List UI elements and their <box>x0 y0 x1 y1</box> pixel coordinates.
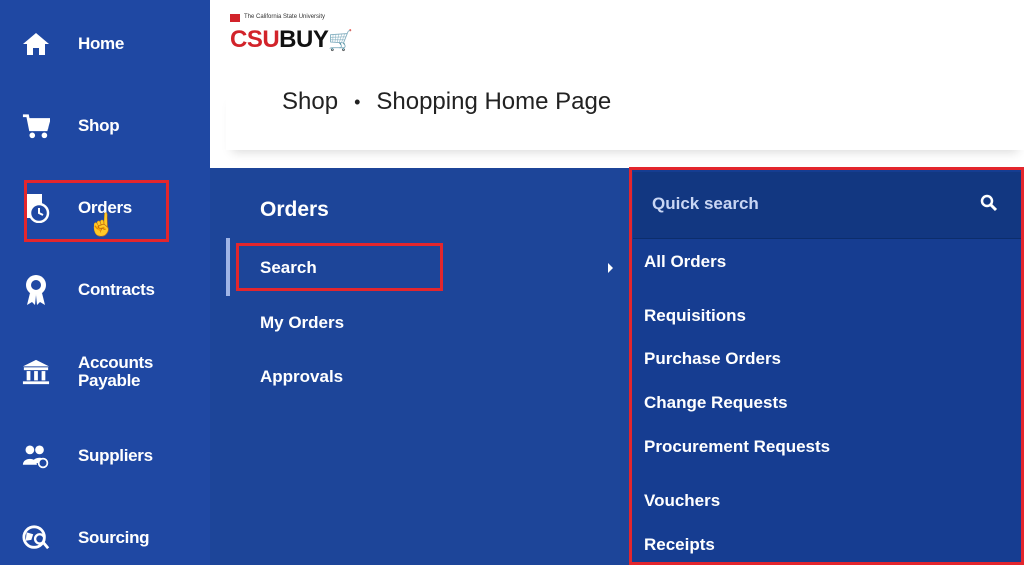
breadcrumb-separator: • <box>354 91 361 112</box>
breadcrumb: Shop • Shopping Home Page <box>282 88 611 116</box>
sidebar-item-accounts-payable[interactable]: Accounts Payable <box>0 336 210 408</box>
orders-panel-title: Orders <box>260 198 329 221</box>
sidebar-item-sourcing[interactable]: Sourcing <box>0 502 210 574</box>
sidebar-item-label: Sourcing <box>78 528 150 547</box>
logo-tagline: The California State University <box>244 14 326 20</box>
logo-cart-icon: 🛒 <box>328 30 353 52</box>
flyout-highlight-box <box>629 167 1024 565</box>
breadcrumb-item-current: Shopping Home Page <box>376 88 612 115</box>
sidebar-item-suppliers[interactable]: Suppliers <box>0 420 210 492</box>
sidebar-item-label: Shop <box>78 116 120 135</box>
sidebar-item-home[interactable]: Home <box>0 8 210 80</box>
sidebar-item-contracts[interactable]: Contracts <box>0 254 210 326</box>
bank-icon <box>22 358 50 386</box>
orders-menu-my-orders[interactable]: My Orders <box>260 313 344 333</box>
csubuy-logo[interactable]: The California State University CSUBUY🛒 <box>230 14 360 64</box>
sidebar-item-label: Contracts <box>78 280 155 299</box>
submenu-arrow-icon <box>608 263 613 273</box>
sidebar-item-label: Suppliers <box>78 446 153 465</box>
home-icon <box>22 30 50 58</box>
award-ribbon-icon <box>22 275 50 305</box>
globe-search-icon <box>22 524 50 552</box>
logo-text: CSUBUY🛒 <box>230 26 353 54</box>
suppliers-group-icon <box>22 442 50 470</box>
logo-csu: CSU <box>230 26 280 53</box>
breadcrumb-item-shop[interactable]: Shop <box>282 88 338 116</box>
sidebar-item-shop[interactable]: Shop <box>0 90 210 162</box>
orders-highlight-box <box>24 180 169 242</box>
logo-band <box>230 14 240 22</box>
sidebar-item-label: Accounts Payable <box>78 353 154 390</box>
cart-icon <box>22 112 50 140</box>
logo-buy: BUY <box>279 26 329 53</box>
sidebar-item-label: Home <box>78 34 125 53</box>
active-item-indicator <box>226 238 230 296</box>
orders-menu-approvals[interactable]: Approvals <box>260 367 343 387</box>
search-highlight-box <box>236 243 443 291</box>
